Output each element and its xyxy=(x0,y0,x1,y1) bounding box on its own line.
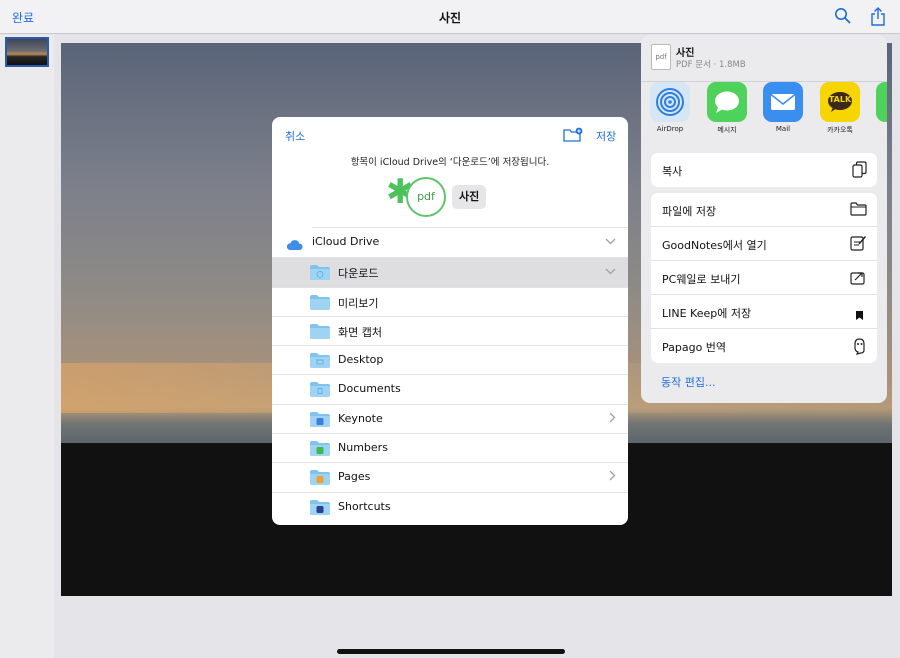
messages-icon xyxy=(707,82,747,122)
action-line-keep[interactable]: LINE Keep에 저장 xyxy=(651,295,877,329)
copy-group: 복사 xyxy=(651,153,877,187)
chevron-right-icon xyxy=(609,412,616,426)
home-indicator[interactable] xyxy=(337,649,565,654)
folder-icon xyxy=(310,294,330,314)
folder-label: Pages xyxy=(338,470,371,484)
save-to-files-dialog: 취소 저장 항목이 iCloud Drive의 ‘다운로드’에 저장됩니다. ✱… xyxy=(272,117,628,525)
app-label: N xyxy=(871,125,887,133)
copy-icon xyxy=(852,161,867,183)
folder-row-downloads[interactable]: 다운로드 xyxy=(272,257,628,287)
folder-row-preview[interactable]: 미리보기 xyxy=(272,286,628,316)
folder-row-numbers[interactable]: Numbers xyxy=(272,433,628,462)
navigation-bar: 완료 사진 xyxy=(0,0,900,34)
file-name-field[interactable]: 사진 xyxy=(452,185,487,209)
action-label: 파일에 저장 xyxy=(662,205,717,218)
action-label: Papago 번역 xyxy=(662,341,727,354)
folder-label: Desktop xyxy=(338,353,384,367)
share-sheet: pdf 사진 PDF 문서 · 1.8MB AirDrop 메시지 Mail T… xyxy=(641,35,887,403)
mail-icon xyxy=(763,82,803,122)
folder-row-shortcuts[interactable]: Shortcuts xyxy=(272,491,628,521)
goodnotes-icon xyxy=(850,235,867,255)
chevron-right-icon xyxy=(609,470,616,484)
folder-row-icloud-drive[interactable]: iCloud Drive xyxy=(272,227,628,257)
folder-label: 다운로드 xyxy=(338,267,379,281)
whale-icon xyxy=(850,269,867,289)
action-label: PC웨일로 보내기 xyxy=(662,273,741,286)
share-title: 사진 xyxy=(676,48,695,59)
folder-row-keynote[interactable]: Keynote xyxy=(272,403,628,433)
action-label: LINE Keep에 저장 xyxy=(662,307,752,320)
folder-row-pages[interactable]: Pages xyxy=(272,462,628,491)
chevron-down-icon xyxy=(605,235,616,248)
action-label: GoodNotes에서 열기 xyxy=(662,239,767,252)
action-send-to-pc-whale[interactable]: PC웨일로 보내기 xyxy=(651,261,877,295)
pdf-badge: pdf xyxy=(406,177,446,217)
folder-row-desktop[interactable]: Desktop xyxy=(272,345,628,374)
page-title: 사진 xyxy=(438,11,462,25)
file-preview: ✱ pdf xyxy=(386,175,448,221)
folder-icon xyxy=(310,323,330,343)
action-label: 복사 xyxy=(662,165,683,178)
app-label: Mail xyxy=(775,125,791,133)
page-thumbnail-sidebar xyxy=(0,35,54,658)
dialog-header: 취소 저장 항목이 iCloud Drive의 ‘다운로드’에 저장됩니다. ✱… xyxy=(272,117,628,227)
action-copy[interactable]: 복사 xyxy=(651,153,877,187)
folder-row-documents[interactable]: Documents xyxy=(272,374,628,403)
app-label: AirDrop xyxy=(656,125,684,133)
folder-label: 화면 캡처 xyxy=(338,325,382,339)
pages-folder-icon xyxy=(310,470,330,489)
folder-icon xyxy=(310,353,330,372)
new-folder-icon[interactable] xyxy=(563,127,583,146)
cancel-button[interactable]: 취소 xyxy=(285,128,305,144)
keynote-folder-icon xyxy=(310,411,330,431)
app-icon xyxy=(876,82,887,122)
action-papago-translate[interactable]: Papago 번역 xyxy=(651,329,877,363)
share-sheet-header: pdf 사진 PDF 문서 · 1.8MB xyxy=(641,35,887,82)
folder-icon xyxy=(850,201,867,220)
folder-label: Documents xyxy=(338,382,401,396)
folder-label: iCloud Drive xyxy=(312,235,380,248)
folder-icon xyxy=(310,382,330,401)
kakao-badge: TALK xyxy=(828,95,852,104)
folder-list: iCloud Drive 다운로드 미리보기 화면 캡처 Desktop Doc… xyxy=(272,227,628,521)
folder-label: 미리보기 xyxy=(338,296,379,310)
shortcuts-folder-icon xyxy=(310,499,330,519)
folder-label: Numbers xyxy=(338,441,388,455)
pdf-document-icon: pdf xyxy=(651,44,671,70)
folder-row-screen-capture[interactable]: 화면 캡처 xyxy=(272,315,628,345)
share-icon[interactable] xyxy=(870,7,886,30)
papago-icon xyxy=(852,337,867,359)
save-location-message: 항목이 iCloud Drive의 ‘다운로드’에 저장됩니다. xyxy=(350,157,550,168)
app-label: 카카오톡 xyxy=(827,126,853,134)
search-icon[interactable] xyxy=(834,7,851,28)
numbers-folder-icon xyxy=(310,441,330,460)
page-thumbnail[interactable] xyxy=(5,37,49,67)
folder-icon xyxy=(310,265,330,284)
bookmark-icon xyxy=(855,306,864,325)
icloud-icon xyxy=(285,236,303,255)
share-app-row: AirDrop 메시지 Mail TALK 카카오톡 N xyxy=(641,82,887,144)
divider xyxy=(312,227,628,228)
actions-group: 파일에 저장 GoodNotes에서 열기 PC웨일로 보내기 LINE Kee… xyxy=(651,193,877,363)
folder-label: Keynote xyxy=(338,411,383,425)
share-subtitle: PDF 문서 · 1.8MB xyxy=(676,60,746,70)
save-button[interactable]: 저장 xyxy=(596,128,616,144)
action-open-in-goodnotes[interactable]: GoodNotes에서 열기 xyxy=(651,227,877,261)
airdrop-icon xyxy=(650,82,690,122)
edit-actions-link[interactable]: 동작 편집... xyxy=(661,374,715,390)
action-save-to-files[interactable]: 파일에 저장 xyxy=(651,193,877,227)
app-label: 메시지 xyxy=(717,126,737,134)
folder-label: Shortcuts xyxy=(338,499,391,513)
chevron-down-icon xyxy=(605,265,616,278)
kakaotalk-icon: TALK xyxy=(820,82,860,122)
